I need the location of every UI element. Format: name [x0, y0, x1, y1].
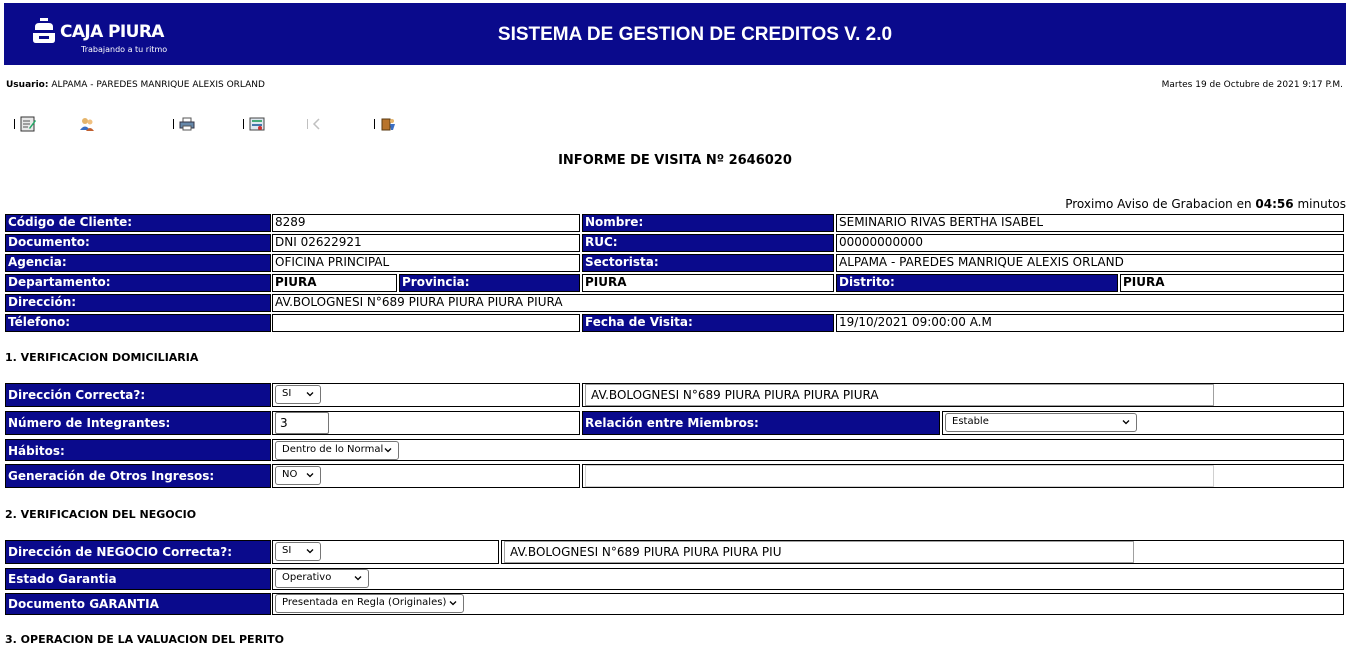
- app-header: CAJA PIURA Trabajando a tu ritmo SISTEMA…: [4, 3, 1346, 65]
- otros-ingresos-text-input[interactable]: [585, 465, 1214, 487]
- agencia-value: OFICINA PRINCIPAL: [272, 254, 580, 272]
- chevron-down-icon: [354, 576, 362, 581]
- save-notice-suffix: minutos: [1297, 197, 1346, 211]
- ruc-label: RUC:: [582, 234, 834, 252]
- departamento-value: PIURA: [272, 274, 397, 292]
- back-icon[interactable]: [312, 116, 322, 132]
- relacion-select[interactable]: Estable: [945, 413, 1137, 432]
- chevron-down-icon: [384, 448, 392, 453]
- documento-value: DNI 02622921: [272, 234, 580, 252]
- relacion-cell: Estable: [942, 411, 1344, 435]
- dir-correcta-select[interactable]: SI: [275, 385, 321, 404]
- provincia-label: Provincia:: [399, 274, 580, 292]
- dir-negocio-cell: SI: [272, 540, 499, 564]
- otros-ingresos-cell: NO: [272, 464, 580, 488]
- toolbar-separator: [14, 119, 15, 129]
- documento-garantia-select[interactable]: Presentada en Regla (Originales): [275, 594, 464, 613]
- fecha-visita-label: Fecha de Visita:: [582, 314, 834, 332]
- dir-negocio-text-input[interactable]: AV.BOLOGNESI N°689 PIURA PIURA PIURA PIU: [504, 541, 1134, 563]
- chevron-down-icon: [306, 392, 314, 397]
- direccion-value: AV.BOLOGNESI N°689 PIURA PIURA PIURA PIU…: [272, 294, 1344, 312]
- habitos-select[interactable]: Dentro de lo Normal: [275, 441, 399, 460]
- exchange-icon[interactable]: [249, 116, 265, 132]
- edit-icon[interactable]: [20, 116, 36, 132]
- dir-correcta-cell: SI: [272, 383, 580, 407]
- fecha-visita-value: 19/10/2021 09:00:00 A.M: [836, 314, 1344, 332]
- save-notice-prefix: Proximo Aviso de Grabacion en: [1065, 197, 1252, 211]
- chevron-down-icon: [306, 473, 314, 478]
- estado-garantia-label: Estado Garantia: [5, 568, 271, 590]
- telefono-value: [272, 314, 580, 332]
- users-icon[interactable]: [79, 116, 95, 132]
- chevron-down-icon: [306, 549, 314, 554]
- integrantes-input[interactable]: 3: [275, 412, 329, 434]
- toolbar-separator: [173, 119, 174, 129]
- departamento-label: Departamento:: [5, 274, 271, 292]
- dir-negocio-selected: SI: [282, 545, 292, 556]
- dir-correcta-label: Dirección Correcta?:: [5, 383, 271, 407]
- dir-negocio-label: Dirección de NEGOCIO Correcta?:: [5, 540, 271, 564]
- exit-icon[interactable]: [380, 116, 396, 132]
- estado-garantia-select[interactable]: Operativo: [275, 569, 369, 588]
- app-title: SISTEMA DE GESTION DE CREDITOS V. 2.0: [497, 24, 893, 45]
- chevron-down-icon: [1122, 420, 1130, 425]
- provincia-value: PIURA: [582, 274, 834, 292]
- dir-negocio-select[interactable]: SI: [275, 542, 321, 561]
- documento-garantia-selected: Presentada en Regla (Originales): [282, 597, 447, 608]
- telefono-label: Télefono:: [5, 314, 271, 332]
- sectorista-value: ALPAMA - PAREDES MANRIQUE ALEXIS ORLAND: [836, 254, 1344, 272]
- dir-text-cell: AV.BOLOGNESI N°689 PIURA PIURA PIURA PIU…: [582, 383, 1344, 407]
- relacion-selected: Estable: [952, 416, 989, 427]
- direccion-label: Dirección:: [5, 294, 271, 312]
- section-domicilio-title: 1. VERIFICACION DOMICILIARIA: [5, 351, 199, 364]
- dir-correcta-selected: SI: [282, 388, 292, 399]
- print-icon[interactable]: [179, 116, 195, 132]
- save-notice: Proximo Aviso de Grabacion en 04:56 minu…: [1065, 197, 1346, 211]
- documento-garantia-cell: Presentada en Regla (Originales): [272, 593, 1344, 615]
- documento-label: Documento:: [5, 234, 271, 252]
- report-title: INFORME DE VISITA Nº 2646020: [558, 153, 792, 168]
- toolbar-separator: [243, 119, 244, 129]
- relacion-label: Relación entre Miembros:: [582, 411, 940, 435]
- codigo-cliente-value: 8289: [272, 214, 580, 232]
- toolbar-separator: [307, 119, 308, 129]
- integrantes-cell: 3: [272, 411, 580, 435]
- documento-garantia-label: Documento GARANTIA: [5, 593, 271, 615]
- habitos-cell: Dentro de lo Normal: [272, 439, 1344, 461]
- distrito-label: Distrito:: [836, 274, 1118, 292]
- habitos-label: Hábitos:: [5, 439, 271, 461]
- current-datetime: Martes 19 de Octubre de 2021 9:17 P.M.: [1161, 80, 1343, 90]
- integrantes-label: Número de Integrantes:: [5, 411, 271, 435]
- ruc-value: 00000000000: [836, 234, 1344, 252]
- estado-garantia-selected: Operativo: [282, 572, 332, 583]
- dir-text-input[interactable]: AV.BOLOGNESI N°689 PIURA PIURA PIURA PIU…: [585, 384, 1214, 406]
- dir-negocio-text-cell: AV.BOLOGNESI N°689 PIURA PIURA PIURA PIU: [501, 540, 1344, 564]
- agencia-label: Agencia:: [5, 254, 271, 272]
- distrito-value: PIURA: [1120, 274, 1344, 292]
- toolbar-separator: [374, 119, 375, 129]
- user-label: Usuario:: [6, 80, 49, 90]
- user-name: ALPAMA - PAREDES MANRIQUE ALEXIS ORLAND: [51, 80, 265, 90]
- estado-garantia-cell: Operativo: [272, 568, 1344, 590]
- chevron-down-icon: [449, 601, 457, 606]
- nombre-label: Nombre:: [582, 214, 834, 232]
- section-negocio-title: 2. VERIFICACION DEL NEGOCIO: [5, 508, 197, 521]
- user-info: Usuario: ALPAMA - PAREDES MANRIQUE ALEXI…: [6, 80, 265, 90]
- brand-slogan: Trabajando a tu ritmo: [81, 45, 168, 54]
- habitos-selected: Dentro de lo Normal: [282, 444, 384, 455]
- codigo-cliente-label: Código de Cliente:: [5, 214, 271, 232]
- otros-ingresos-text-cell: [582, 464, 1344, 488]
- sectorista-label: Sectorista:: [582, 254, 834, 272]
- nombre-value: SEMINARIO RIVAS BERTHA ISABEL: [836, 214, 1344, 232]
- save-countdown: 04:56: [1255, 197, 1294, 211]
- otros-ingresos-selected: NO: [282, 469, 298, 480]
- otros-ingresos-select[interactable]: NO: [275, 466, 321, 485]
- otros-ingresos-label: Generación de Otros Ingresos:: [5, 464, 271, 488]
- section-perito-title: 3. OPERACION DE LA VALUACION DEL PERITO: [5, 633, 284, 646]
